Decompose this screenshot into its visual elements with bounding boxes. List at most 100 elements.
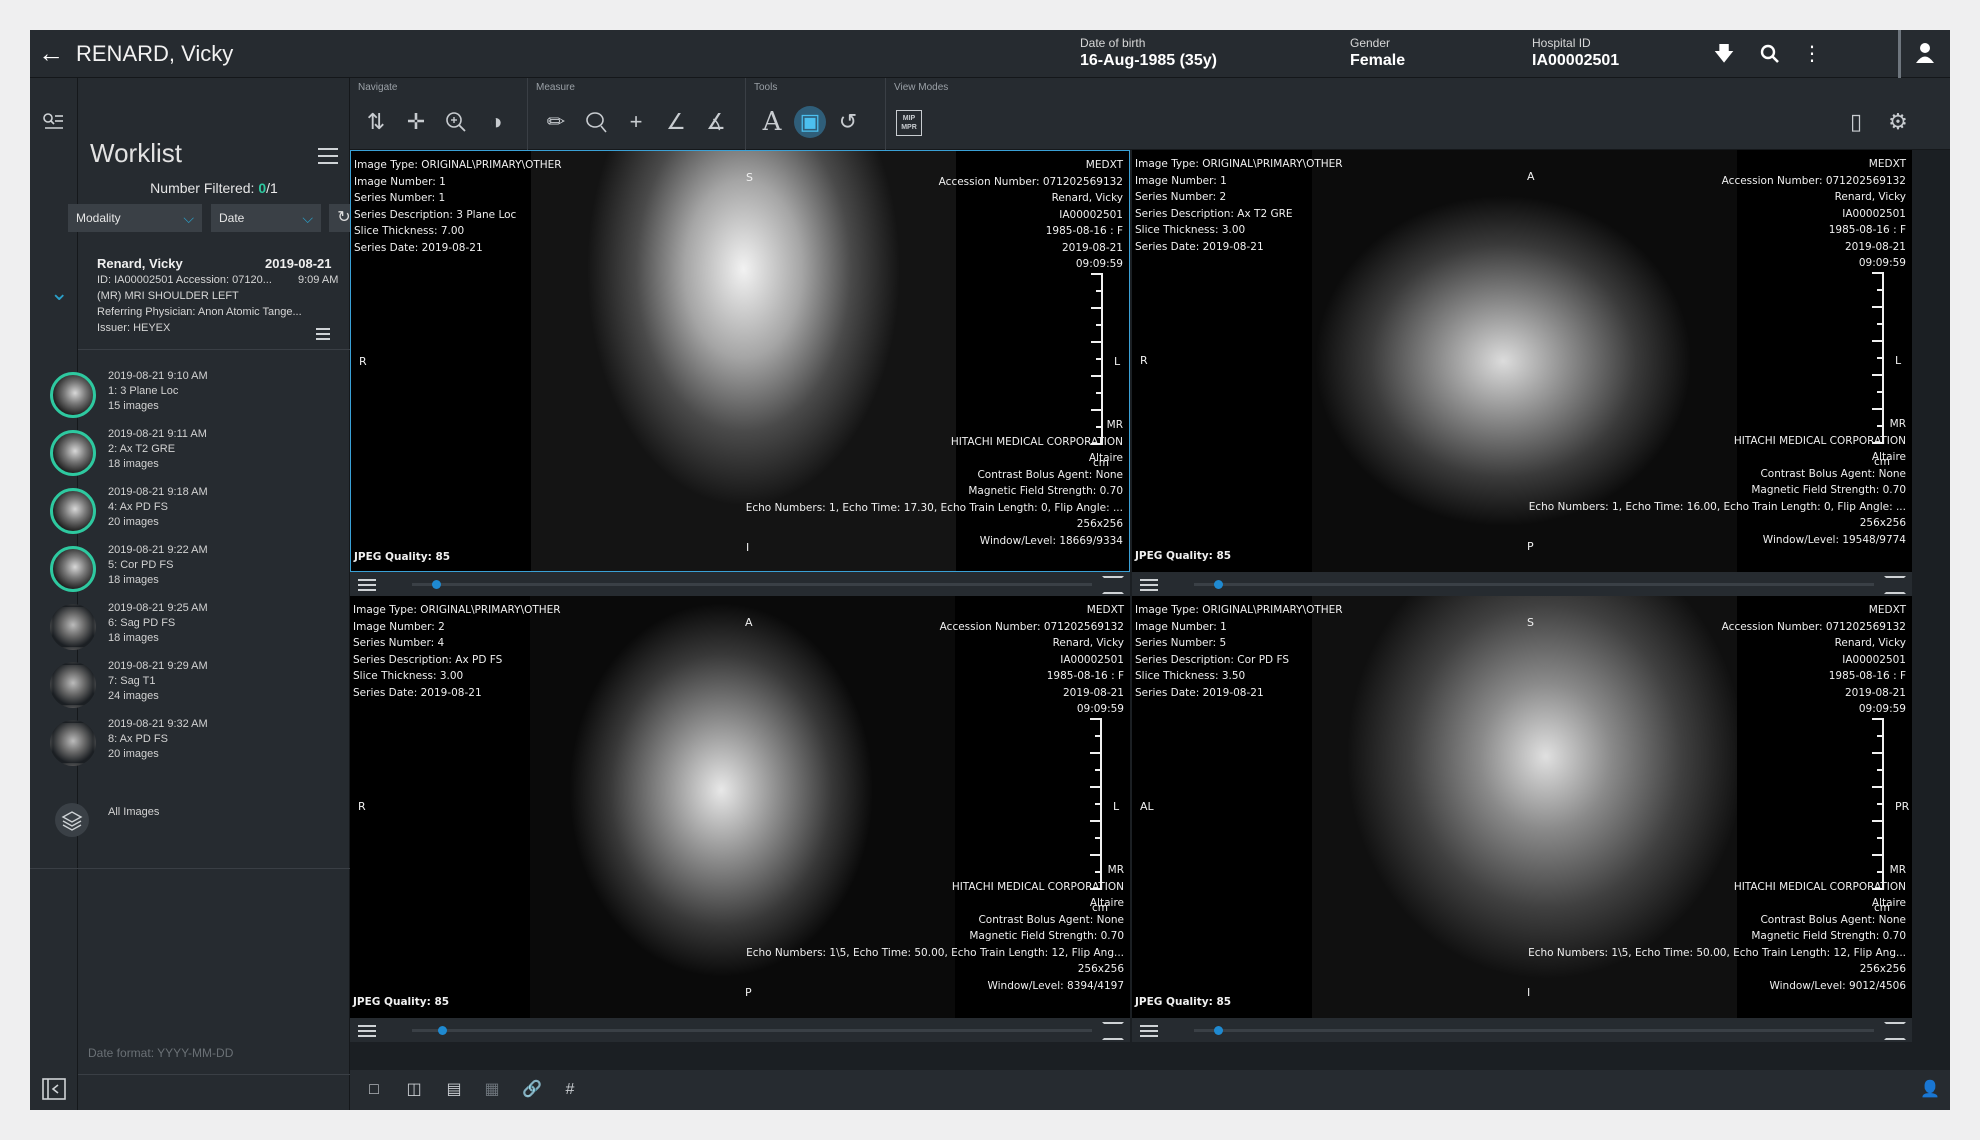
search-icon[interactable] xyxy=(1756,40,1784,68)
layout-two-row-icon[interactable]: ▤ xyxy=(442,1078,466,1102)
viewport-menu-icon[interactable] xyxy=(1140,579,1160,596)
link-icon[interactable]: 🔗 xyxy=(520,1078,544,1102)
sync-icon[interactable]: # xyxy=(558,1078,582,1102)
arrow-left-icon[interactable]: ← xyxy=(38,40,66,66)
series-item[interactable]: 2019-08-21 9:10 AM 1: 3 Plane Loc 15 image… xyxy=(38,368,338,424)
layout-grid-icon[interactable]: ▦ xyxy=(480,1078,504,1102)
more-vertical-icon[interactable]: ⋮ xyxy=(1798,40,1826,68)
filtered-label: Number Filtered: xyxy=(150,180,255,196)
mip-mpr-icon[interactable]: MIP MPR xyxy=(896,110,922,136)
all-images-label: All Images xyxy=(108,806,160,818)
ruler-icon[interactable]: ✏ xyxy=(540,106,572,138)
overlay-line: 09:09:59 xyxy=(1075,258,1123,270)
orientation-bottom: I xyxy=(746,541,750,554)
slice-slider[interactable] xyxy=(1194,583,1874,586)
viewport-menu-icon[interactable] xyxy=(358,579,378,596)
slice-slider-handle[interactable] xyxy=(432,580,441,589)
chevron-down-icon[interactable]: ⌄ xyxy=(50,280,68,306)
zoom-icon[interactable] xyxy=(440,106,472,138)
reference-lines-icon[interactable]: ▣ xyxy=(794,106,826,138)
angle-icon[interactable]: ∠ xyxy=(660,106,692,138)
overlay-line: Image Number: 2 xyxy=(353,620,445,633)
series-name: 6: Sag PD FS xyxy=(108,617,176,629)
series-thumbnail xyxy=(50,720,96,766)
scroll-icon[interactable]: ⇅ xyxy=(360,106,392,138)
annotation-text-icon[interactable]: A xyxy=(756,106,788,138)
overlay-line: Series Date: 2019-08-21 xyxy=(354,241,483,254)
overlay-line: IA00002501 xyxy=(1842,653,1906,666)
cobb-angle-icon[interactable]: ∡ xyxy=(700,106,732,138)
series-item[interactable]: 2019-08-21 9:11 AM 2: Ax T2 GRE 18 images xyxy=(38,426,338,482)
overlay-line: 1985-08-16 : F xyxy=(1045,225,1123,237)
series-item[interactable]: 2019-08-21 9:32 AM 8: Ax PD FS 20 images xyxy=(38,716,338,772)
study-card[interactable]: ⌄ Renard, Vicky 2019-08-21 ID: IA0000250… xyxy=(50,250,350,350)
pan-icon[interactable]: ✛ xyxy=(400,106,432,138)
orientation-right: L xyxy=(1114,355,1121,368)
collapse-panel-icon[interactable] xyxy=(42,1078,66,1100)
study-date: 2019-08-21 xyxy=(265,256,332,271)
series-item[interactable]: 2019-08-21 9:18 AM 4: Ax PD FS 20 images xyxy=(38,484,338,540)
window-level-icon[interactable]: ◑ xyxy=(480,106,512,138)
worklist-menu-icon[interactable] xyxy=(318,148,340,164)
slice-slider-handle[interactable] xyxy=(1214,580,1223,589)
reset-icon[interactable]: ↺ xyxy=(832,106,864,138)
slice-slider[interactable] xyxy=(412,1029,1092,1032)
scale-ruler xyxy=(1872,718,1884,890)
overlay-line: Renard, Vicky xyxy=(1834,637,1906,649)
overlay-top-right: MEDXT Accession Number: 071202569132 Renar… xyxy=(939,157,1123,273)
patient-search-icon[interactable] xyxy=(41,110,65,134)
fullscreen-icon[interactable] xyxy=(1102,1022,1124,1040)
series-item[interactable]: 2019-08-21 9:22 AM 5: Cor PD FS 18 images xyxy=(38,542,338,598)
modality-select-label: Modality xyxy=(76,211,121,225)
worklist-title: Worklist xyxy=(90,138,182,168)
viewport-menu-icon[interactable] xyxy=(1140,1025,1160,1042)
fullscreen-icon[interactable] xyxy=(1884,1022,1906,1040)
overlay-top-right: MEDXT Accession Number: 071202569132 Renar… xyxy=(1722,602,1906,718)
gear-icon[interactable]: ⚙ xyxy=(1882,106,1914,138)
add-user-icon[interactable]: 👤 xyxy=(1918,1078,1942,1102)
all-images-item[interactable]: All Images xyxy=(38,796,338,852)
series-item[interactable]: 2019-08-21 9:25 AM 6: Sag PD FS 18 images xyxy=(38,600,338,656)
series-name: 1: 3 Plane Loc xyxy=(108,385,179,397)
patient-name: RENARD, Vicky xyxy=(76,41,234,66)
fullscreen-icon[interactable] xyxy=(1884,576,1906,594)
header-bar: ← RENARD, Vicky Date of birth 16-Aug-198… xyxy=(30,30,1950,78)
date-select[interactable]: Date ⌵ xyxy=(211,204,321,232)
series-item[interactable]: 2019-08-21 9:29 AM 7: Sag T1 24 images xyxy=(38,658,338,714)
series-count: 15 images xyxy=(108,400,159,412)
layout-single-icon[interactable]: □ xyxy=(362,1078,386,1102)
slice-slider-handle[interactable] xyxy=(438,1026,447,1035)
layout-two-column-icon[interactable]: ◫ xyxy=(402,1078,426,1102)
overlay-line: MR xyxy=(1889,418,1906,430)
ellipse-roi-icon[interactable] xyxy=(580,106,612,138)
overlay-line: Series Number: 1 xyxy=(354,192,446,204)
tablet-icon[interactable]: ▯ xyxy=(1840,106,1872,138)
user-menu[interactable] xyxy=(1898,30,1950,78)
series-datetime: 2019-08-21 9:18 AM xyxy=(108,486,208,498)
viewport-4[interactable]: Image Type: ORIGINAL\PRIMARY\OTHER Image … xyxy=(1132,596,1912,1018)
slice-slider[interactable] xyxy=(412,583,1092,586)
viewport-1[interactable]: Image Type: ORIGINAL\PRIMARY\OTHER Image … xyxy=(350,150,1130,572)
overlay-line: Image Type: ORIGINAL\PRIMARY\OTHER xyxy=(354,159,562,171)
slice-slider-handle[interactable] xyxy=(1214,1026,1223,1035)
slice-slider[interactable] xyxy=(1194,1029,1874,1032)
viewport-menu-icon[interactable] xyxy=(358,1025,378,1042)
modality-select[interactable]: Modality ⌵ xyxy=(68,204,202,232)
series-count: 20 images xyxy=(108,516,159,528)
orientation-bottom: I xyxy=(1527,986,1531,999)
viewport-3[interactable]: Image Type: ORIGINAL\PRIMARY\OTHER Image … xyxy=(350,596,1130,1018)
jpeg-quality: JPEG Quality: 85 xyxy=(1135,550,1232,562)
orientation-bottom: P xyxy=(1527,540,1534,553)
crosshair-icon[interactable]: + xyxy=(620,106,652,138)
study-menu-icon[interactable] xyxy=(316,328,330,340)
overlay-line: Series Description: Ax PD FS xyxy=(353,653,503,666)
orientation-top: S xyxy=(746,171,753,184)
gender-value: Female xyxy=(1350,52,1406,69)
study-physician: Referring Physician: Anon Atomic Tange..… xyxy=(97,306,302,318)
navigate-group: Navigate ⇅ ✛ ◑ xyxy=(350,78,528,150)
download-icon[interactable]: 🡇 xyxy=(1710,40,1738,68)
viewport-2[interactable]: Image Type: ORIGINAL\PRIMARY\OTHER Image … xyxy=(1132,150,1912,572)
fullscreen-icon[interactable] xyxy=(1102,576,1124,594)
overlay-line: Altaire xyxy=(1089,897,1124,909)
series-thumbnail xyxy=(50,430,96,476)
